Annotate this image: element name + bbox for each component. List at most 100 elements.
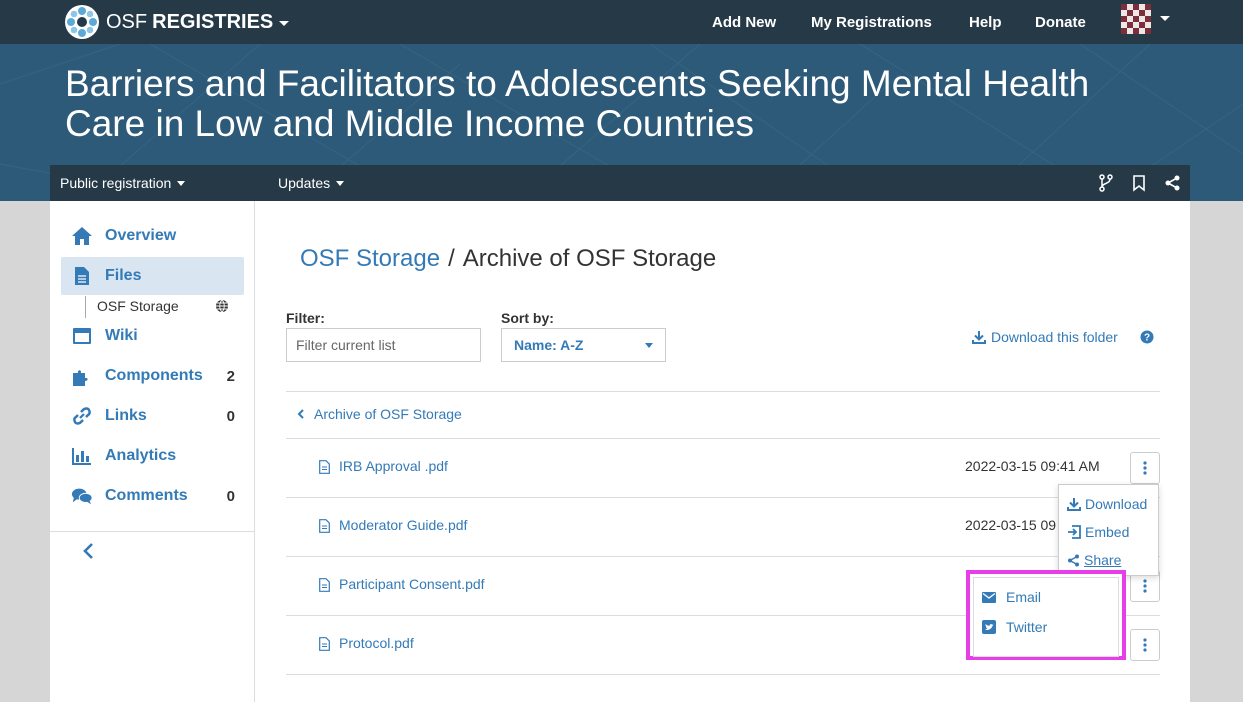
sidebar-item-links[interactable]: Links 0 (61, 397, 244, 435)
comments-icon (71, 485, 93, 507)
breadcrumb-osf-storage[interactable]: OSF Storage (300, 245, 440, 272)
breadcrumb-separator: / (448, 245, 455, 272)
collapse-sidebar-icon[interactable] (80, 542, 98, 560)
file-icon (319, 578, 330, 592)
file-name[interactable]: Participant Consent.pdf (339, 576, 485, 592)
share-email-option[interactable]: Email (982, 589, 1041, 605)
nav-help[interactable]: Help (969, 14, 1002, 31)
fork-icon[interactable] (1097, 174, 1115, 192)
svg-text:?: ? (1144, 333, 1150, 344)
download-icon (972, 331, 986, 344)
file-date: 2022-03-15 09:41 AM (965, 458, 1100, 474)
kebab-menu-icon (1143, 579, 1147, 593)
brand-name: REGISTRIES (152, 10, 274, 33)
chevron-down-icon (177, 180, 186, 186)
wiki-icon (71, 325, 93, 347)
file-icon (319, 637, 330, 651)
registration-status-dropdown[interactable]: Public registration (60, 175, 186, 191)
breadcrumb: OSF Storage / Archive of OSF Storage (300, 245, 716, 273)
file-name[interactable]: Protocol.pdf (339, 635, 414, 651)
share-email-label: Email (1006, 589, 1042, 605)
bookmark-icon[interactable] (1130, 174, 1148, 192)
sidebar-item-files[interactable]: Files (61, 257, 244, 295)
file-actions-button[interactable] (1130, 629, 1160, 661)
globe-icon (216, 299, 228, 313)
puzzle-icon (71, 365, 93, 387)
menu-item-embed[interactable]: Embed (1067, 524, 1129, 540)
nav-add-new[interactable]: Add New (712, 14, 776, 31)
menu-item-download[interactable]: Download (1067, 496, 1147, 512)
sidebar-item-components[interactable]: Components 2 (61, 357, 244, 395)
file-icon (319, 460, 330, 474)
sidebar-subitem-label: OSF Storage (97, 298, 179, 314)
chevron-left-icon (297, 409, 304, 419)
back-to-parent-folder[interactable]: Archive of OSF Storage (297, 406, 462, 422)
menu-item-label: Share (1084, 552, 1122, 568)
filter-input[interactable] (286, 328, 481, 362)
user-avatar[interactable] (1121, 4, 1151, 34)
kebab-menu-icon (1143, 461, 1147, 475)
chevron-down-icon (279, 21, 290, 26)
sidebar-divider (50, 531, 255, 532)
share-icon[interactable] (1164, 174, 1182, 192)
bar-chart-icon (71, 445, 93, 467)
chevron-down-icon (336, 180, 345, 186)
sidebar-subitem-osf-storage[interactable]: OSF Storage (85, 296, 245, 318)
nav-donate[interactable]: Donate (1035, 14, 1086, 31)
link-icon (71, 405, 93, 427)
share-submenu: Email Twitter (966, 570, 1126, 660)
share-twitter-label: Twitter (1006, 619, 1048, 635)
download-icon (1067, 498, 1081, 511)
file-actions-menu: Download Embed Share (1058, 484, 1159, 576)
twitter-icon (982, 620, 996, 634)
sort-label: Sort by: (501, 310, 554, 326)
download-folder-link[interactable]: Download this folder (972, 329, 1118, 345)
registration-status-label: Public registration (60, 175, 172, 191)
page-title: Barriers and Facilitators to Adolescents… (65, 63, 1090, 144)
sidebar-item-label: Analytics (105, 447, 177, 464)
table-row[interactable]: IRB Approval .pdf 2022-03-15 09:41 AM (286, 438, 1160, 497)
comments-count: 0 (226, 487, 235, 505)
sidebar-item-wiki[interactable]: Wiki (61, 317, 244, 355)
chevron-down-icon (645, 343, 653, 348)
file-name[interactable]: IRB Approval .pdf (339, 458, 448, 474)
sidebar-item-label: Wiki (105, 327, 138, 344)
project-subnav: Public registration Updates (50, 165, 1190, 201)
sidebar-item-overview[interactable]: Overview (61, 217, 244, 255)
table-row[interactable]: Moderator Guide.pdf 2022-03-15 09 (286, 497, 1160, 556)
share-icon (1068, 554, 1079, 566)
envelope-icon (982, 591, 996, 603)
osf-logo-icon (65, 5, 99, 39)
divider (286, 674, 1160, 675)
sidebar-item-comments[interactable]: Comments 0 (61, 477, 244, 515)
sidebar-item-label: Components (105, 367, 203, 384)
links-count: 0 (226, 407, 235, 425)
menu-item-label: Embed (1085, 524, 1130, 540)
file-actions-button[interactable] (1130, 452, 1160, 484)
help-icon[interactable]: ? (1140, 330, 1154, 344)
top-navbar: OSF REGISTRIES Add New My Registrations … (0, 0, 1243, 44)
download-folder-label: Download this folder (991, 329, 1118, 345)
file-icon (319, 519, 330, 533)
sidebar-item-label: Links (105, 407, 147, 424)
file-icon (71, 265, 93, 287)
updates-dropdown[interactable]: Updates (278, 175, 345, 191)
brand[interactable]: OSF REGISTRIES (64, 2, 290, 42)
home-icon (71, 225, 93, 247)
sort-value: Name: A-Z (514, 337, 584, 353)
sidebar-item-analytics[interactable]: Analytics (61, 437, 244, 475)
file-date: 2022-03-15 09 (965, 517, 1057, 533)
breadcrumb-current: Archive of OSF Storage (462, 245, 717, 272)
kebab-menu-icon (1143, 638, 1147, 652)
nav-my-registrations[interactable]: My Registrations (811, 14, 932, 31)
share-twitter-option[interactable]: Twitter (982, 619, 1047, 635)
sidebar-item-label: Files (105, 267, 142, 284)
filter-label: Filter: (286, 310, 325, 326)
sort-select[interactable]: Name: A-Z (501, 328, 666, 362)
file-name[interactable]: Moderator Guide.pdf (339, 517, 467, 533)
chevron-down-icon[interactable] (1160, 16, 1170, 21)
menu-item-share[interactable]: Share (1067, 552, 1121, 568)
embed-icon (1068, 525, 1081, 539)
updates-label: Updates (278, 175, 331, 191)
divider (286, 391, 1160, 392)
